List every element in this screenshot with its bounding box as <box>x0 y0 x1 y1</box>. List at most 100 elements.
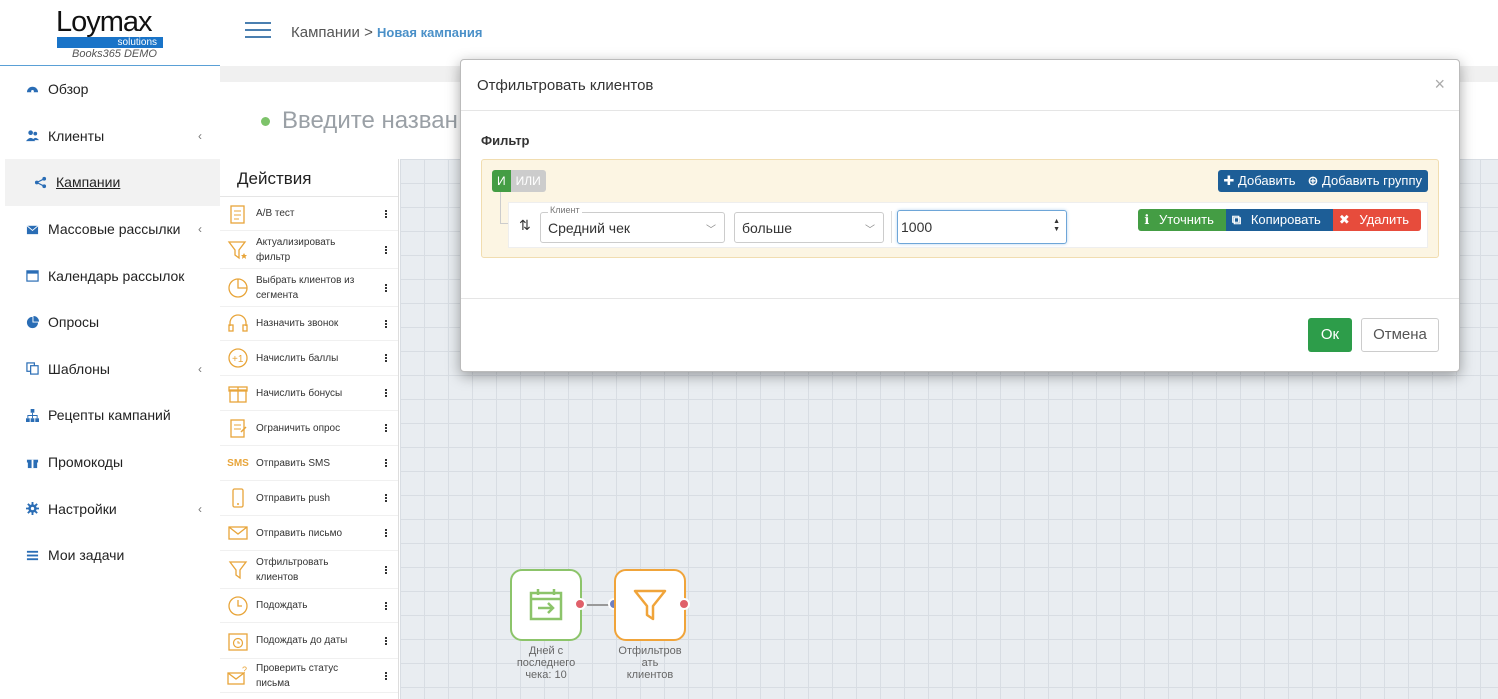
calendar-icon <box>24 269 40 283</box>
breadcrumb-separator: > <box>364 24 373 41</box>
chevron-left-icon[interactable]: ‹ <box>198 502 202 516</box>
more-vertical-icon[interactable] <box>385 353 388 363</box>
dashboard-icon <box>24 82 40 96</box>
more-vertical-icon[interactable] <box>385 636 388 646</box>
more-vertical-icon[interactable] <box>385 245 388 255</box>
sidebar-item-7[interactable]: Шаблоны ‹ <box>0 346 220 393</box>
sidebar-item-11[interactable]: Мои задачи <box>0 532 220 579</box>
breadcrumb: Кампании > Новая кампания <box>291 24 482 41</box>
breadcrumb-root[interactable]: Кампании <box>291 24 360 41</box>
node2-label: Отфильтров ать клиентов <box>610 645 690 681</box>
logo-brand: Loymax <box>56 6 153 38</box>
menu-toggle-icon[interactable] <box>245 22 271 42</box>
action-item[interactable]: Отфильтровать клиентов <box>220 551 398 589</box>
action-item-label: Актуализировать фильтр <box>256 236 336 263</box>
share-icon <box>32 175 48 189</box>
action-item[interactable]: Отправить push <box>220 481 398 516</box>
action-item[interactable]: Ограничить опрос <box>220 411 398 446</box>
chevron-left-icon[interactable]: ‹ <box>198 222 202 236</box>
more-vertical-icon[interactable] <box>385 601 388 611</box>
close-icon: ✖ <box>1338 212 1350 227</box>
action-item[interactable]: Подождать до даты <box>220 623 398 659</box>
operator-select[interactable]: больше ﹀ <box>734 212 884 243</box>
value-input[interactable]: 1000 ▲ ▼ <box>897 210 1067 244</box>
more-vertical-icon[interactable] <box>385 388 388 398</box>
chevron-left-icon[interactable]: ‹ <box>198 362 202 376</box>
sidebar-item-9[interactable]: Промокоды <box>0 439 220 486</box>
action-item[interactable]: A/B тест <box>220 197 398 231</box>
more-vertical-icon[interactable] <box>385 671 388 681</box>
sidebar-item-5[interactable]: Календарь рассылок <box>0 252 220 299</box>
action-item-label: A/B тест <box>256 208 295 219</box>
delete-button[interactable]: ✖ Удалить <box>1332 209 1421 231</box>
action-item[interactable]: Назначить звонок <box>220 307 398 341</box>
add-buttons: ✚ Добавить ⊕ Добавить группу <box>1217 170 1428 192</box>
action-item[interactable]: ? Проверить статус письма <box>220 659 398 693</box>
clock-icon <box>226 594 250 618</box>
sidebar-item-2[interactable]: Клиенты ‹ <box>0 113 220 160</box>
sort-handle-icon[interactable]: ⇅ <box>519 217 531 234</box>
action-item-label: Ограничить опрос <box>256 422 341 434</box>
cancel-button[interactable]: Отмена <box>1361 318 1439 352</box>
sidebar-item-1[interactable]: Обзор <box>0 66 220 113</box>
headset-icon <box>226 312 250 336</box>
filter-icon <box>633 589 667 621</box>
more-vertical-icon[interactable] <box>385 528 388 538</box>
refine-label: Уточнить <box>1158 212 1214 227</box>
sidebar-item-8[interactable]: Рецепты кампаний <box>0 392 220 439</box>
action-item[interactable]: Отправить письмо <box>220 516 398 551</box>
action-item-label: Подождать до даты <box>256 635 348 646</box>
more-vertical-icon[interactable] <box>385 283 388 293</box>
filter-label: Фильтр <box>481 133 530 148</box>
copy-button[interactable]: ⧉ Копировать <box>1225 209 1333 231</box>
more-vertical-icon[interactable] <box>385 458 388 468</box>
node-days-since-receipt[interactable] <box>510 569 582 641</box>
close-icon[interactable]: × <box>1434 74 1445 95</box>
add-group-button[interactable]: ⊕ Добавить группу <box>1301 170 1428 192</box>
sidebar-item-10[interactable]: Настройки ‹ <box>0 485 220 532</box>
sidebar-item-label: Опросы <box>48 314 100 331</box>
ok-button[interactable]: Ок <box>1308 318 1352 352</box>
sidebar-item-3[interactable]: Кампании <box>5 159 220 206</box>
sidebar-item-label: Массовые рассылки <box>48 221 181 238</box>
sidebar-item-label: Кампании <box>56 174 121 191</box>
sidebar-item-4[interactable]: Массовые рассылки ‹ <box>0 206 220 253</box>
copy-icon: ⧉ <box>1231 212 1242 227</box>
node-filter-clients[interactable] <box>614 569 686 641</box>
action-item[interactable]: Начислить бонусы <box>220 376 398 411</box>
action-item-label: Отправить письмо <box>256 527 343 539</box>
chevron-left-icon[interactable]: ‹ <box>198 129 202 143</box>
refine-button[interactable]: ℹ Уточнить <box>1138 209 1226 231</box>
sidebar-item-label: Календарь рассылок <box>48 267 185 284</box>
sidebar-item-label: Настройки <box>48 500 117 517</box>
top-bar: Кампании > Новая кампания <box>220 0 1498 66</box>
action-item[interactable]: Актуализировать фильтр <box>220 231 398 269</box>
logo[interactable]: Loymax solutions Books365 DEMO <box>0 0 220 66</box>
action-item[interactable]: SMS Отправить SMS <box>220 446 398 481</box>
more-vertical-icon[interactable] <box>385 423 388 433</box>
sidebar-item-6[interactable]: Опросы <box>0 299 220 346</box>
node2-label-line: Отфильтров <box>618 645 682 657</box>
action-item[interactable]: Выбрать клиентов из сегмента <box>220 269 398 307</box>
rule-buttons: ℹ Уточнить ⧉ Копировать ✖ Удалить <box>1138 209 1421 231</box>
spinner-icon[interactable]: ▲ ▼ <box>1053 218 1060 234</box>
plus-circle-icon: ⊕ <box>1307 173 1319 188</box>
sitemap-icon <box>24 408 40 422</box>
and-button[interactable]: И <box>492 170 511 192</box>
add-rule-label: Добавить <box>1238 173 1296 188</box>
more-vertical-icon[interactable] <box>385 209 388 219</box>
more-vertical-icon[interactable] <box>385 565 388 575</box>
logo-tagline: solutions <box>57 37 163 48</box>
field-caption: Клиент <box>548 205 582 215</box>
node2-output-port[interactable] <box>678 598 690 610</box>
action-item[interactable]: Подождать <box>220 589 398 623</box>
node1-output-port[interactable] <box>574 598 586 610</box>
action-item[interactable]: +1 Начислить баллы <box>220 341 398 376</box>
add-rule-button[interactable]: ✚ Добавить <box>1217 170 1302 192</box>
more-vertical-icon[interactable] <box>385 319 388 329</box>
more-vertical-icon[interactable] <box>385 493 388 503</box>
or-button[interactable]: ИЛИ <box>510 170 546 192</box>
node2-label-line: клиентов <box>626 669 674 681</box>
field-select[interactable]: Средний чек ﹀ <box>540 212 725 243</box>
campaign-name-input[interactable]: Введите назван <box>282 107 458 135</box>
